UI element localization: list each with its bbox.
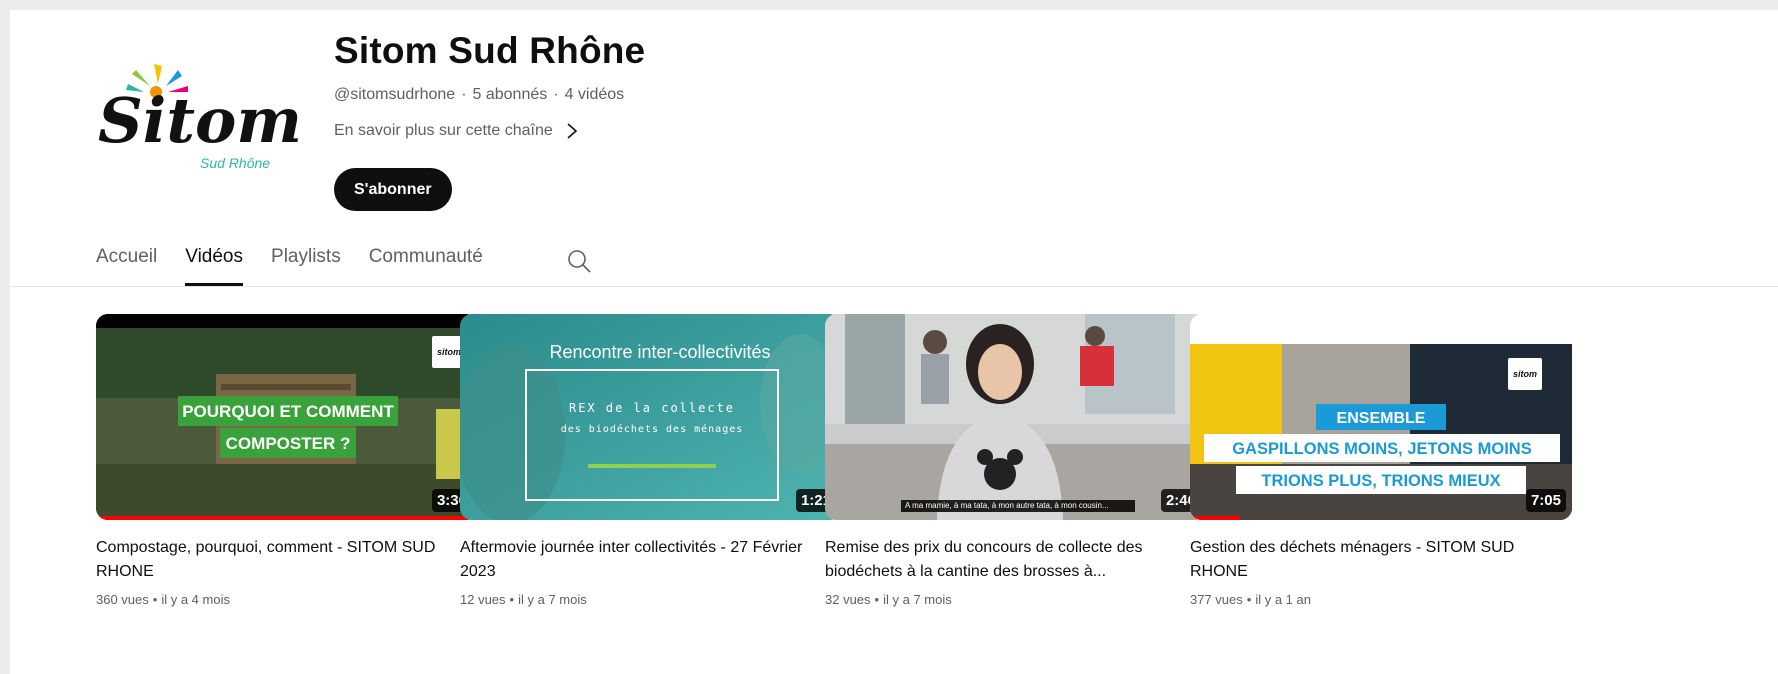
sitom-watermark-icon: sitom xyxy=(1508,358,1542,390)
tab-playlists[interactable]: Playlists xyxy=(271,246,341,286)
svg-text:Sud Rhône: Sud Rhône xyxy=(200,155,270,171)
thumbnail-image xyxy=(825,314,1207,520)
watch-progress-bar xyxy=(1190,516,1240,520)
video-card[interactable]: A ma mamie, à ma tata, à mon autre tata,… xyxy=(825,314,1207,607)
video-views: 377 vues xyxy=(1190,592,1243,607)
about-channel-link[interactable]: En savoir plus sur cette chaîne xyxy=(334,122,579,140)
tab-accueil[interactable]: Accueil xyxy=(96,246,157,286)
meta-dot: • xyxy=(1246,592,1252,607)
video-meta: 12 vues • il y a 7 mois xyxy=(460,592,842,607)
channel-meta: @sitomsudrhone · 5 abonnés · 4 vidéos xyxy=(334,86,624,104)
meta-dot: • xyxy=(152,592,158,607)
video-meta: 377 vues • il y a 1 an xyxy=(1190,592,1572,607)
video-title[interactable]: Remise des prix du concours de collecte … xyxy=(825,536,1185,584)
video-duration: 7:05 xyxy=(1525,489,1566,512)
watch-progress-bar xyxy=(96,516,478,520)
video-age: il y a 7 mois xyxy=(883,592,952,607)
video-views: 360 vues xyxy=(96,592,149,607)
svg-text:des biodéchets des ménages: des biodéchets des ménages xyxy=(561,423,744,435)
tab-communaute[interactable]: Communauté xyxy=(369,246,483,286)
video-age: il y a 7 mois xyxy=(518,592,587,607)
search-icon[interactable] xyxy=(566,248,592,274)
svg-text:REX de la collecte: REX de la collecte xyxy=(569,401,735,415)
video-thumbnail[interactable]: Rencontre inter-collectivités REX de la … xyxy=(460,314,842,520)
video-age: il y a 1 an xyxy=(1255,592,1311,607)
thumbnail-image: Rencontre inter-collectivités REX de la … xyxy=(460,314,842,520)
meta-dot: • xyxy=(874,592,880,607)
video-meta: 360 vues • il y a 4 mois xyxy=(96,592,478,607)
thumbnail-image: POURQUOI ET COMMENT COMPOSTER ? xyxy=(96,314,478,520)
video-views: 12 vues xyxy=(460,592,506,607)
channel-logo[interactable]: Sitom Sud Rhône xyxy=(96,56,316,172)
video-title[interactable]: Aftermovie journée inter collectivités -… xyxy=(460,536,820,584)
video-meta: 32 vues • il y a 7 mois xyxy=(825,592,1207,607)
channel-page: Sitom Sud Rhône Sitom Sud Rhône @sitomsu… xyxy=(10,10,1778,674)
video-count: 4 vidéos xyxy=(564,86,625,103)
about-link-label: En savoir plus sur cette chaîne xyxy=(334,122,553,139)
video-thumbnail[interactable]: A ma mamie, à ma tata, à mon autre tata,… xyxy=(825,314,1207,520)
subscribe-button[interactable]: S'abonner xyxy=(334,168,452,211)
channel-handle: @sitomsudrhone xyxy=(334,86,456,103)
svg-text:Sitom: Sitom xyxy=(98,84,302,157)
video-age: il y a 4 mois xyxy=(161,592,230,607)
sitom-logo-icon: Sitom Sud Rhône xyxy=(98,64,302,171)
tab-videos[interactable]: Vidéos xyxy=(185,246,243,286)
meta-separator: · xyxy=(461,86,467,103)
chevron-right-icon xyxy=(567,123,577,139)
meta-separator: · xyxy=(553,86,559,103)
video-title[interactable]: Compostage, pourquoi, comment - SITOM SU… xyxy=(96,536,456,584)
video-views: 32 vues xyxy=(825,592,871,607)
svg-text:TRIONS PLUS, TRIONS MIEUX: TRIONS PLUS, TRIONS MIEUX xyxy=(1261,472,1500,490)
video-card[interactable]: ENSEMBLE GASPILLONS MOINS, JETONS MOINS … xyxy=(1190,314,1572,607)
svg-text:COMPOSTER ?: COMPOSTER ? xyxy=(226,434,351,453)
channel-tabs: Accueil Vidéos Playlists Communauté xyxy=(96,246,511,286)
video-thumbnail[interactable]: ENSEMBLE GASPILLONS MOINS, JETONS MOINS … xyxy=(1190,314,1572,520)
video-card[interactable]: POURQUOI ET COMMENT COMPOSTER ? sitom 3:… xyxy=(96,314,478,607)
meta-dot: • xyxy=(509,592,515,607)
video-caption: A ma mamie, à ma tata, à mon autre tata,… xyxy=(901,500,1135,512)
svg-text:GASPILLONS MOINS, JETONS MOINS: GASPILLONS MOINS, JETONS MOINS xyxy=(1232,440,1531,458)
svg-text:POURQUOI ET COMMENT: POURQUOI ET COMMENT xyxy=(182,402,394,421)
svg-text:Rencontre inter-collectivités: Rencontre inter-collectivités xyxy=(549,342,770,362)
tabs-divider xyxy=(10,286,1778,287)
channel-name: Sitom Sud Rhône xyxy=(334,30,646,71)
video-card[interactable]: Rencontre inter-collectivités REX de la … xyxy=(460,314,842,607)
subscriber-count: 5 abonnés xyxy=(472,86,548,103)
svg-text:ENSEMBLE: ENSEMBLE xyxy=(1337,410,1426,427)
thumbnail-image: ENSEMBLE GASPILLONS MOINS, JETONS MOINS … xyxy=(1190,314,1572,520)
video-thumbnail[interactable]: POURQUOI ET COMMENT COMPOSTER ? sitom 3:… xyxy=(96,314,478,520)
video-title[interactable]: Gestion des déchets ménagers - SITOM SUD… xyxy=(1190,536,1550,584)
